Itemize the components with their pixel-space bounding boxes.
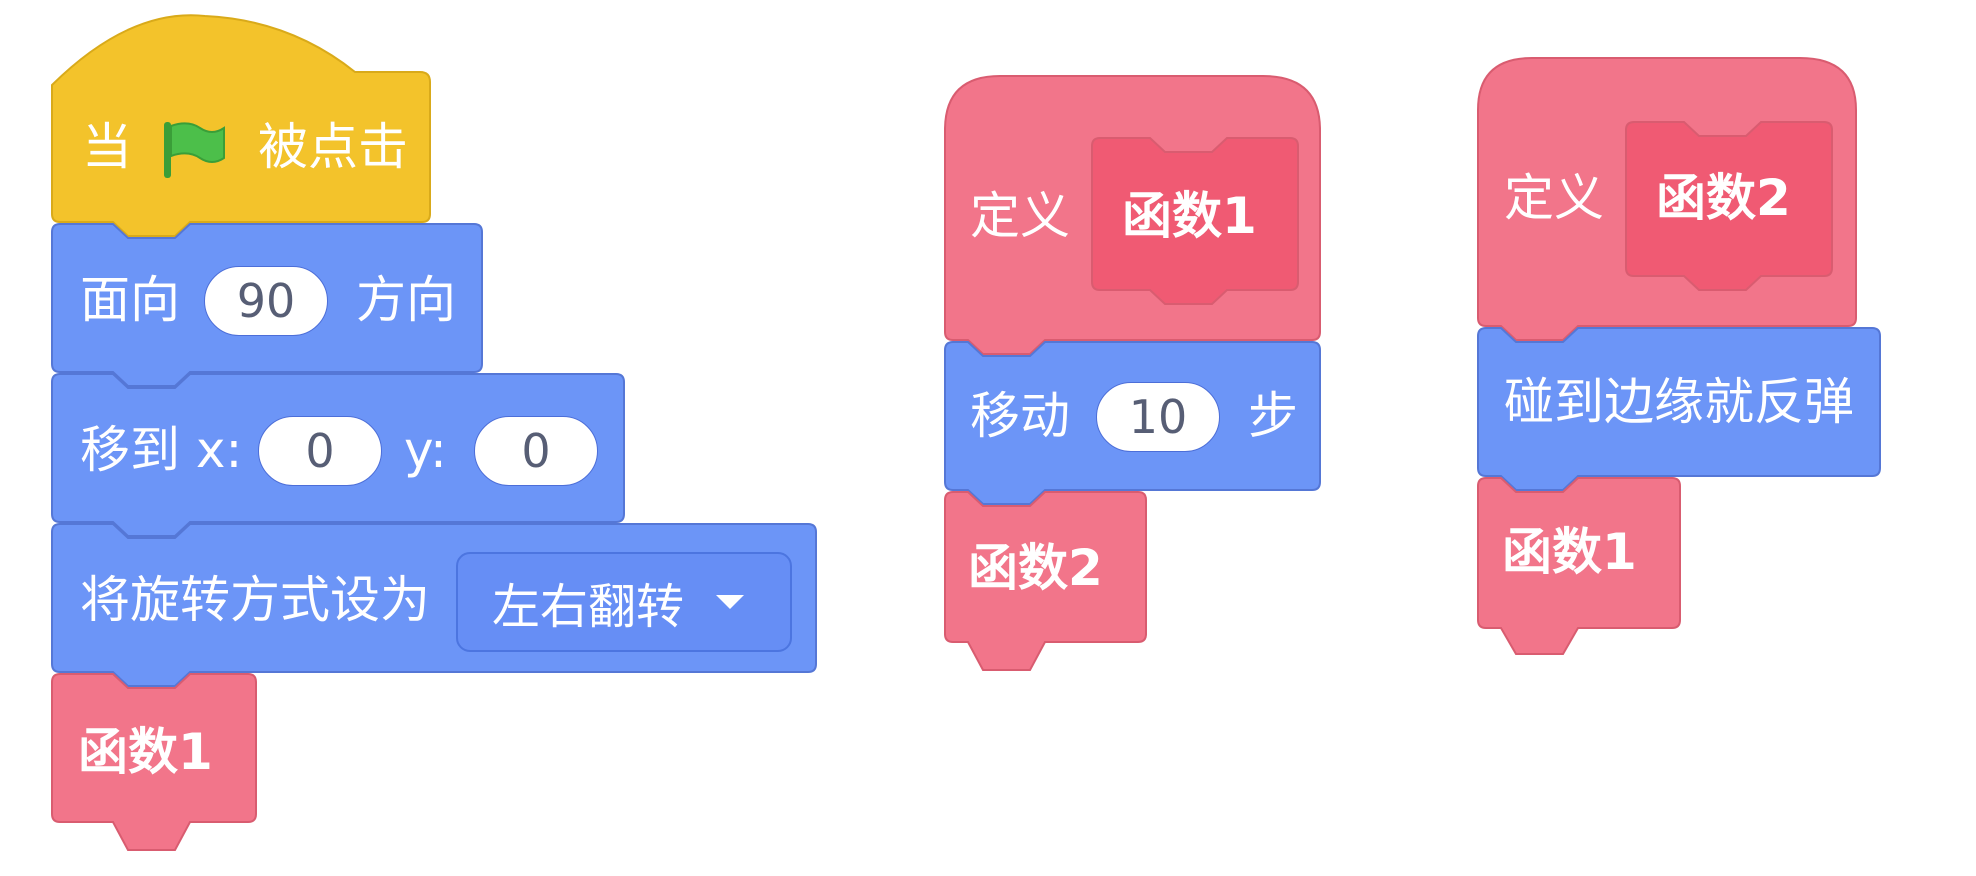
call-function1-label-2: 函数1 — [1502, 523, 1637, 581]
bounce-label: 碰到边缘就反弹 — [1504, 373, 1854, 431]
define-label-2: 定义 — [1504, 169, 1604, 227]
scripts-workspace: 当 被点击 面向 90 方向 移到 x: 0 y: 0 将旋转方式设为 左右翻转… — [0, 0, 1976, 876]
function2-name: 函数2 — [1656, 169, 1791, 227]
script-define-function2: 定义 函数2 碰到边缘就反弹 函数1 — [0, 0, 1976, 876]
